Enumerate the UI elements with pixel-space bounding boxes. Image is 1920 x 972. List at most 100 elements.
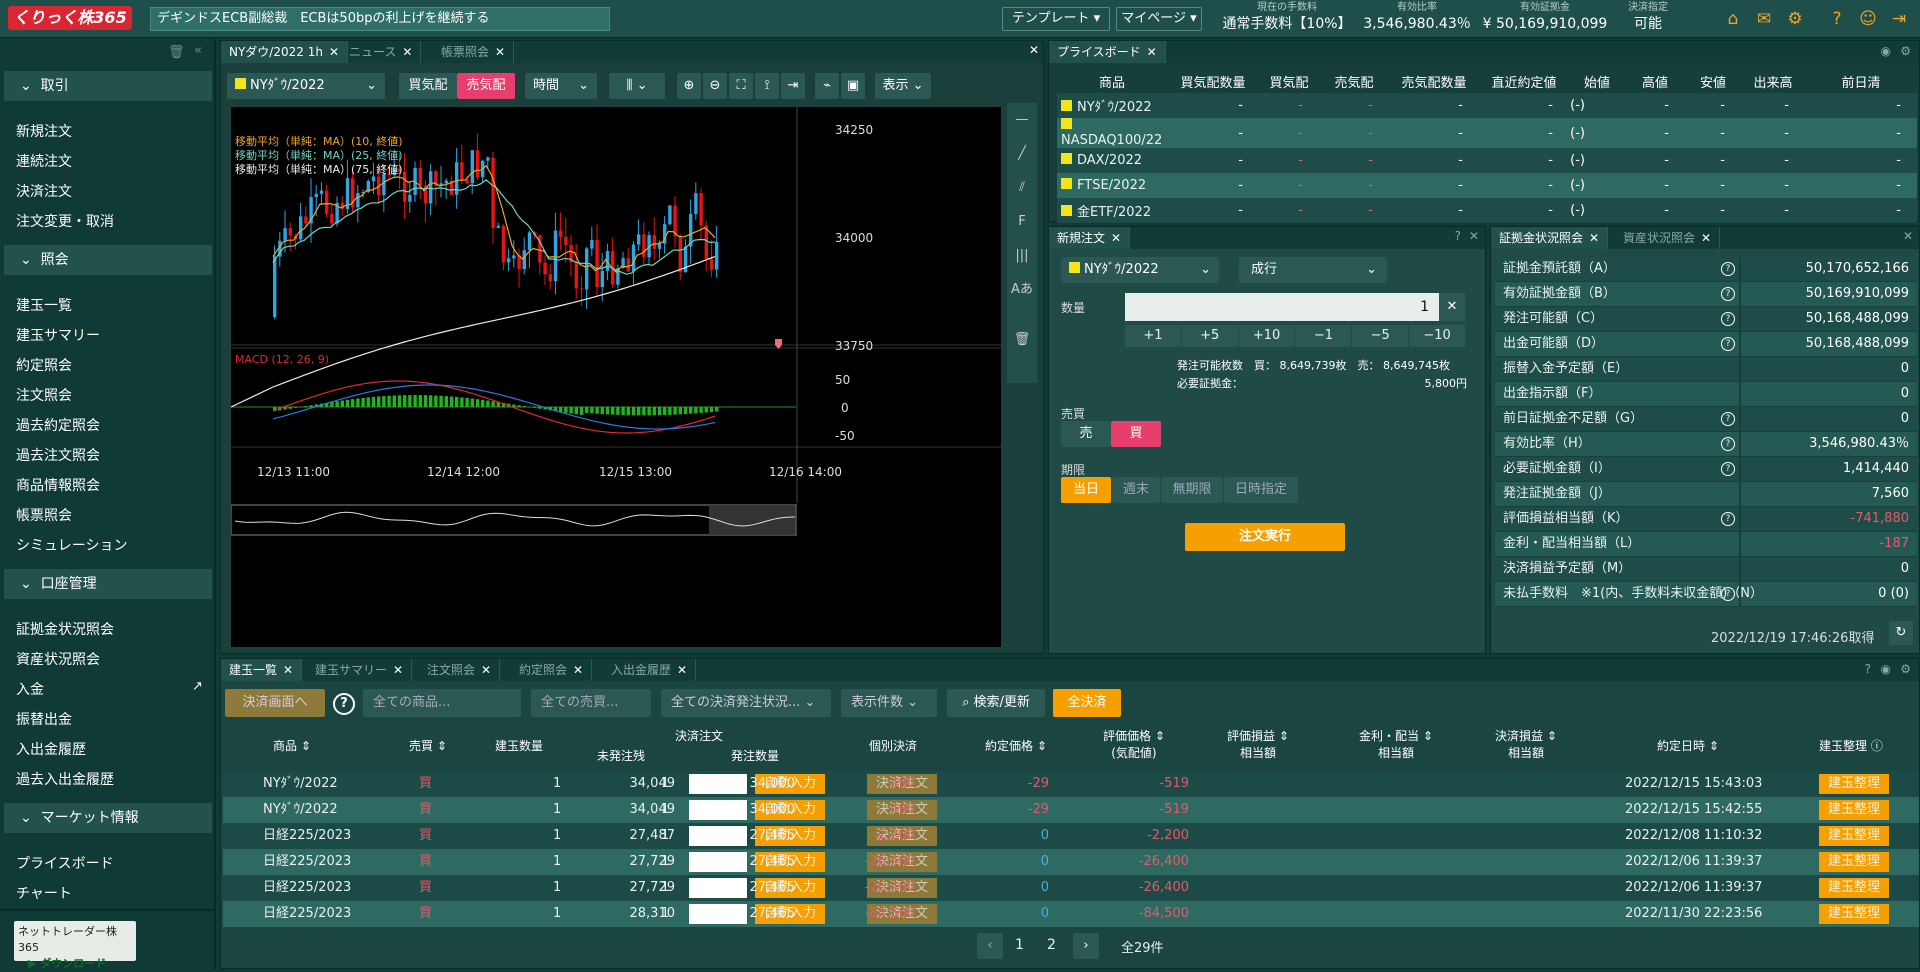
gear-icon[interactable]: ⚙ <box>1900 662 1911 676</box>
close-icon[interactable]: ✕ <box>329 45 339 59</box>
trash-icon[interactable]: 🗑 <box>1007 323 1037 357</box>
section-market[interactable]: ⌄ マーケット情報 <box>4 803 212 833</box>
step-button[interactable]: +10 <box>1239 325 1295 347</box>
help-icon[interactable]: ? <box>1721 287 1735 301</box>
period-weekend[interactable]: 週末 <box>1112 477 1160 503</box>
sidebar-item-continuous-order[interactable]: 連続注文 <box>16 151 72 171</box>
sidebar-item-asset-status[interactable]: 資産状況照会 <box>16 649 100 669</box>
side-filter[interactable]: 全ての売買... <box>531 689 651 717</box>
col-eval-price[interactable]: 評価価格 ⇕(気配値) <box>1103 727 1165 761</box>
close-icon[interactable]: ✕ <box>1147 45 1157 59</box>
sidebar-item-withdraw[interactable]: 振替出金 <box>16 709 72 729</box>
priceboard-row[interactable]: FTSE/2022-----(-)---- <box>1057 173 1917 198</box>
news-ticker[interactable]: デギンドスECB副総裁 ECBは50bpの利上げを継続する <box>150 7 610 31</box>
sidebar-item-deposit-history[interactable]: 入出金履歴 <box>16 739 86 759</box>
col-side[interactable]: 売買 ⇕ <box>409 737 447 754</box>
tab-asset-status[interactable]: 資産状況照会✕ <box>1615 227 1720 249</box>
clear-qty-icon[interactable]: ✕ <box>1439 293 1465 321</box>
gear-icon[interactable]: ⚙ <box>1784 8 1806 30</box>
tab-deposit-history[interactable]: 入出金履歴✕ <box>603 659 696 681</box>
bid-button[interactable]: 買気配 <box>399 73 457 99</box>
close-icon[interactable]: ✕ <box>402 45 412 59</box>
sidebar-item-new-order[interactable]: 新規注文 <box>16 121 72 141</box>
close-icon[interactable]: ✕ <box>481 663 491 677</box>
col-product[interactable]: 商品 ⇕ <box>273 737 311 754</box>
order-qty-input[interactable] <box>689 878 747 898</box>
tab-orders[interactable]: 注文照会✕ <box>419 659 500 681</box>
help-icon[interactable]: ? <box>1721 312 1735 326</box>
vline-icon[interactable]: ||| <box>1007 239 1037 273</box>
sidebar-item-chart[interactable]: チャート <box>16 883 72 903</box>
settle-screen-button[interactable]: 決済画面へ <box>225 689 325 717</box>
help-icon[interactable]: ? <box>1721 437 1735 451</box>
fit-icon[interactable]: ⛶ <box>729 73 753 99</box>
order-qty-input[interactable] <box>689 904 747 924</box>
chart-symbol-select[interactable]: NYﾀﾞｳ/2022⌄ <box>227 73 385 99</box>
close-icon[interactable]: ✕ <box>677 663 687 677</box>
col-settle-pl[interactable]: 決済損益 ⇕相当額 <box>1495 727 1557 761</box>
period-datetime[interactable]: 日時指定 <box>1224 477 1298 503</box>
interval-select[interactable]: 時間⌄ <box>525 73 597 99</box>
page-2[interactable]: 2 <box>1047 937 1056 953</box>
product-filter[interactable]: 全ての商品... <box>363 689 521 717</box>
tab-positions[interactable]: 建玉一覧✕ <box>221 659 302 681</box>
buy-toggle[interactable]: 買 <box>1111 421 1161 447</box>
sidebar-item-past-orders[interactable]: 過去注文照会 <box>16 445 100 465</box>
tab-margin-status[interactable]: 証拠金状況照会✕ <box>1491 227 1608 249</box>
prev-page-icon[interactable]: ‹ <box>977 933 1003 959</box>
close-icon[interactable]: ✕ <box>495 45 505 59</box>
hline-icon[interactable]: — <box>1007 103 1037 137</box>
order-qty-input[interactable] <box>689 800 747 820</box>
settle-all-button[interactable]: 全決済 <box>1053 689 1121 717</box>
next-page-icon[interactable]: › <box>1073 933 1099 959</box>
image-icon[interactable]: ▣ <box>841 73 865 99</box>
period-indefinite[interactable]: 無期限 <box>1161 477 1223 503</box>
count-select[interactable]: 表示件数 ⌄ <box>841 689 937 717</box>
help-icon[interactable]: ? <box>1721 262 1735 276</box>
step-button[interactable]: −5 <box>1352 325 1408 347</box>
channel-icon[interactable]: ⫽ <box>1007 171 1037 205</box>
col-price[interactable]: 約定価格 ⇕ <box>985 737 1047 754</box>
eye-icon[interactable]: ◉ <box>1881 44 1891 58</box>
sidebar-item-reports[interactable]: 帳票照会 <box>16 505 72 525</box>
gear-icon[interactable]: ⚙ <box>1900 44 1911 58</box>
manage-position-button[interactable]: 建玉整理 <box>1819 904 1889 924</box>
sidebar-item-margin-status[interactable]: 証拠金状況照会 <box>16 619 114 639</box>
brand-logo[interactable]: くりっく株365 <box>8 6 132 30</box>
candle-type-select[interactable]: ⫼ ⌄ <box>609 73 665 99</box>
manage-position-button[interactable]: 建玉整理 <box>1819 852 1889 872</box>
section-trade[interactable]: ⌄ 取引 <box>4 71 212 101</box>
user-icon[interactable]: ☺ <box>1857 8 1879 30</box>
step-button[interactable]: +5 <box>1182 325 1238 347</box>
sidebar-item-past-deposit-history[interactable]: 過去入出金履歴 <box>16 769 114 789</box>
help-icon[interactable]: ? <box>1826 8 1848 30</box>
tab-news[interactable]: ニュース✕ <box>341 41 421 63</box>
close-icon[interactable]: ✕ <box>1589 231 1599 245</box>
sidebar-item-positions[interactable]: 建玉一覧 <box>16 295 72 315</box>
table-row[interactable]: 日経225/2023買11自動入力決済注文27,72927,465-26,400… <box>223 875 1919 901</box>
table-row[interactable]: 日経225/2023買11自動入力決済注文27,48727,465-2,2000… <box>223 823 1919 849</box>
col-pl[interactable]: 評価損益 ⇕相当額 <box>1227 727 1289 761</box>
refresh-icon[interactable]: ↻ <box>1889 621 1913 645</box>
page-1[interactable]: 1 <box>1015 937 1024 953</box>
sidebar-item-executions[interactable]: 約定照会 <box>16 355 72 375</box>
close-icon[interactable]: ✕ <box>1469 229 1479 243</box>
manage-position-button[interactable]: 建玉整理 <box>1819 826 1889 846</box>
eye-icon[interactable]: ◉ <box>1881 662 1891 676</box>
step-button[interactable]: −10 <box>1409 325 1465 347</box>
table-row[interactable]: NYﾀﾞｳ/2022買11自動入力決済注文34,04934,000-490-29… <box>223 797 1919 823</box>
tab-new-order[interactable]: 新規注文✕ <box>1049 227 1130 249</box>
close-icon[interactable]: ✕ <box>573 663 583 677</box>
order-qty-input[interactable] <box>689 774 747 794</box>
display-menu[interactable]: 表示 ⌄ <box>875 73 931 99</box>
sidebar-item-position-summary[interactable]: 建玉サマリー <box>16 325 100 345</box>
order-type-select[interactable]: 成行⌄ <box>1239 257 1387 283</box>
order-symbol-select[interactable]: NYﾀﾞｳ/2022⌄ <box>1061 257 1219 283</box>
col-interest[interactable]: 金利・配当 ⇕相当額 <box>1359 727 1433 761</box>
trash-icon[interactable]: 🗑 <box>168 45 185 60</box>
section-inquiry[interactable]: ⌄ 照会 <box>4 245 212 275</box>
close-icon[interactable]: ✕ <box>1029 43 1039 57</box>
sell-toggle[interactable]: 売 <box>1061 421 1111 447</box>
close-icon[interactable]: ✕ <box>283 663 293 677</box>
sidebar-item-past-executions[interactable]: 過去約定照会 <box>16 415 100 435</box>
